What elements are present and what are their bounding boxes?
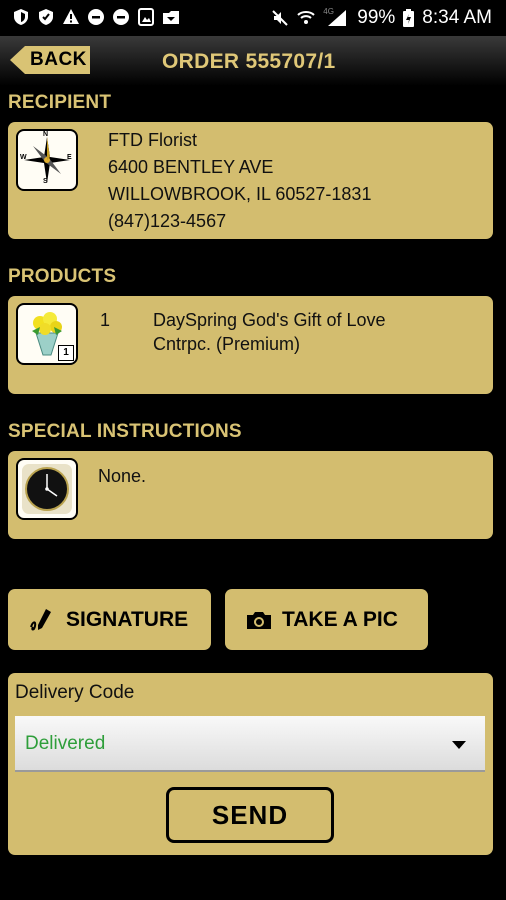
status-bar: 4G 99% 8:34 AM [0,0,506,36]
shield-icon [14,9,28,25]
image-icon [138,8,154,26]
quantity-badge: 1 [58,345,74,361]
folder-icon [163,11,179,24]
app-bar: BACK ORDER 555707/1 [0,36,506,86]
compass-label-e: E [67,154,72,161]
back-label: BACK [30,49,87,70]
take-pic-label: TAKE A PIC [282,607,398,631]
delivery-code-value: Delivered [25,733,106,754]
instructions-heading: SPECIAL INSTRUCTIONS [8,421,242,442]
recipient-phone[interactable]: (847)123-4567 [108,208,226,235]
clock-time: 8:34 AM [422,7,492,28]
signature-label: SIGNATURE [66,607,189,631]
product-name: DaySpring God's Gift of Love Cntrpc. (Pr… [153,310,386,354]
instructions-card[interactable]: None. [8,451,493,539]
notification-icons [12,8,180,26]
compass-label-s: S [43,178,48,185]
camera-icon [247,611,271,629]
clock-icon [16,458,78,520]
compass-label-n: N [43,131,49,138]
recipient-address-line2: WILLOWBROOK, IL 60527-1831 [108,184,372,204]
flower-vase-icon: 1 [16,303,78,365]
compass-label-w: W [20,154,27,161]
page-title: ORDER 555707/1 [162,50,336,73]
battery-icon [403,9,415,27]
recipient-card[interactable]: N W E S FTD Florist 6400 BENTLEY AVE WIL… [8,122,493,239]
recipient-heading: RECIPIENT [8,92,112,113]
wifi-icon [297,11,315,24]
mute-icon [272,10,288,26]
take-pic-button[interactable]: TAKE A PIC [225,589,428,650]
compass-icon: N W E S [16,129,78,191]
dropdown-arrow-icon [452,741,466,749]
delivery-code-label: Delivery Code [15,682,135,703]
battery-percent: 99% [357,7,396,28]
signature-button[interactable]: SIGNATURE [8,589,211,650]
products-heading: PRODUCTS [8,266,117,287]
recipient-name: FTD Florist [108,130,197,150]
product-item[interactable]: 1 1 DaySpring God's Gift of Love Cntrpc.… [8,296,493,394]
delivery-code-select[interactable]: Delivered [15,716,485,772]
back-button[interactable]: BACK [8,44,92,76]
warning-icon [63,9,79,24]
product-quantity: 1 [100,310,111,330]
instructions-text: None. [98,466,147,486]
record-icon [88,9,104,25]
send-button[interactable]: SEND [166,787,334,843]
signal-icon: 4G [323,7,349,27]
record-icon [113,9,129,25]
system-icons: 4G 99% 8:34 AM [271,7,492,29]
pen-signature-icon [30,608,51,630]
shield-icon [39,9,53,25]
recipient-address-line1: 6400 BENTLEY AVE [108,157,274,177]
